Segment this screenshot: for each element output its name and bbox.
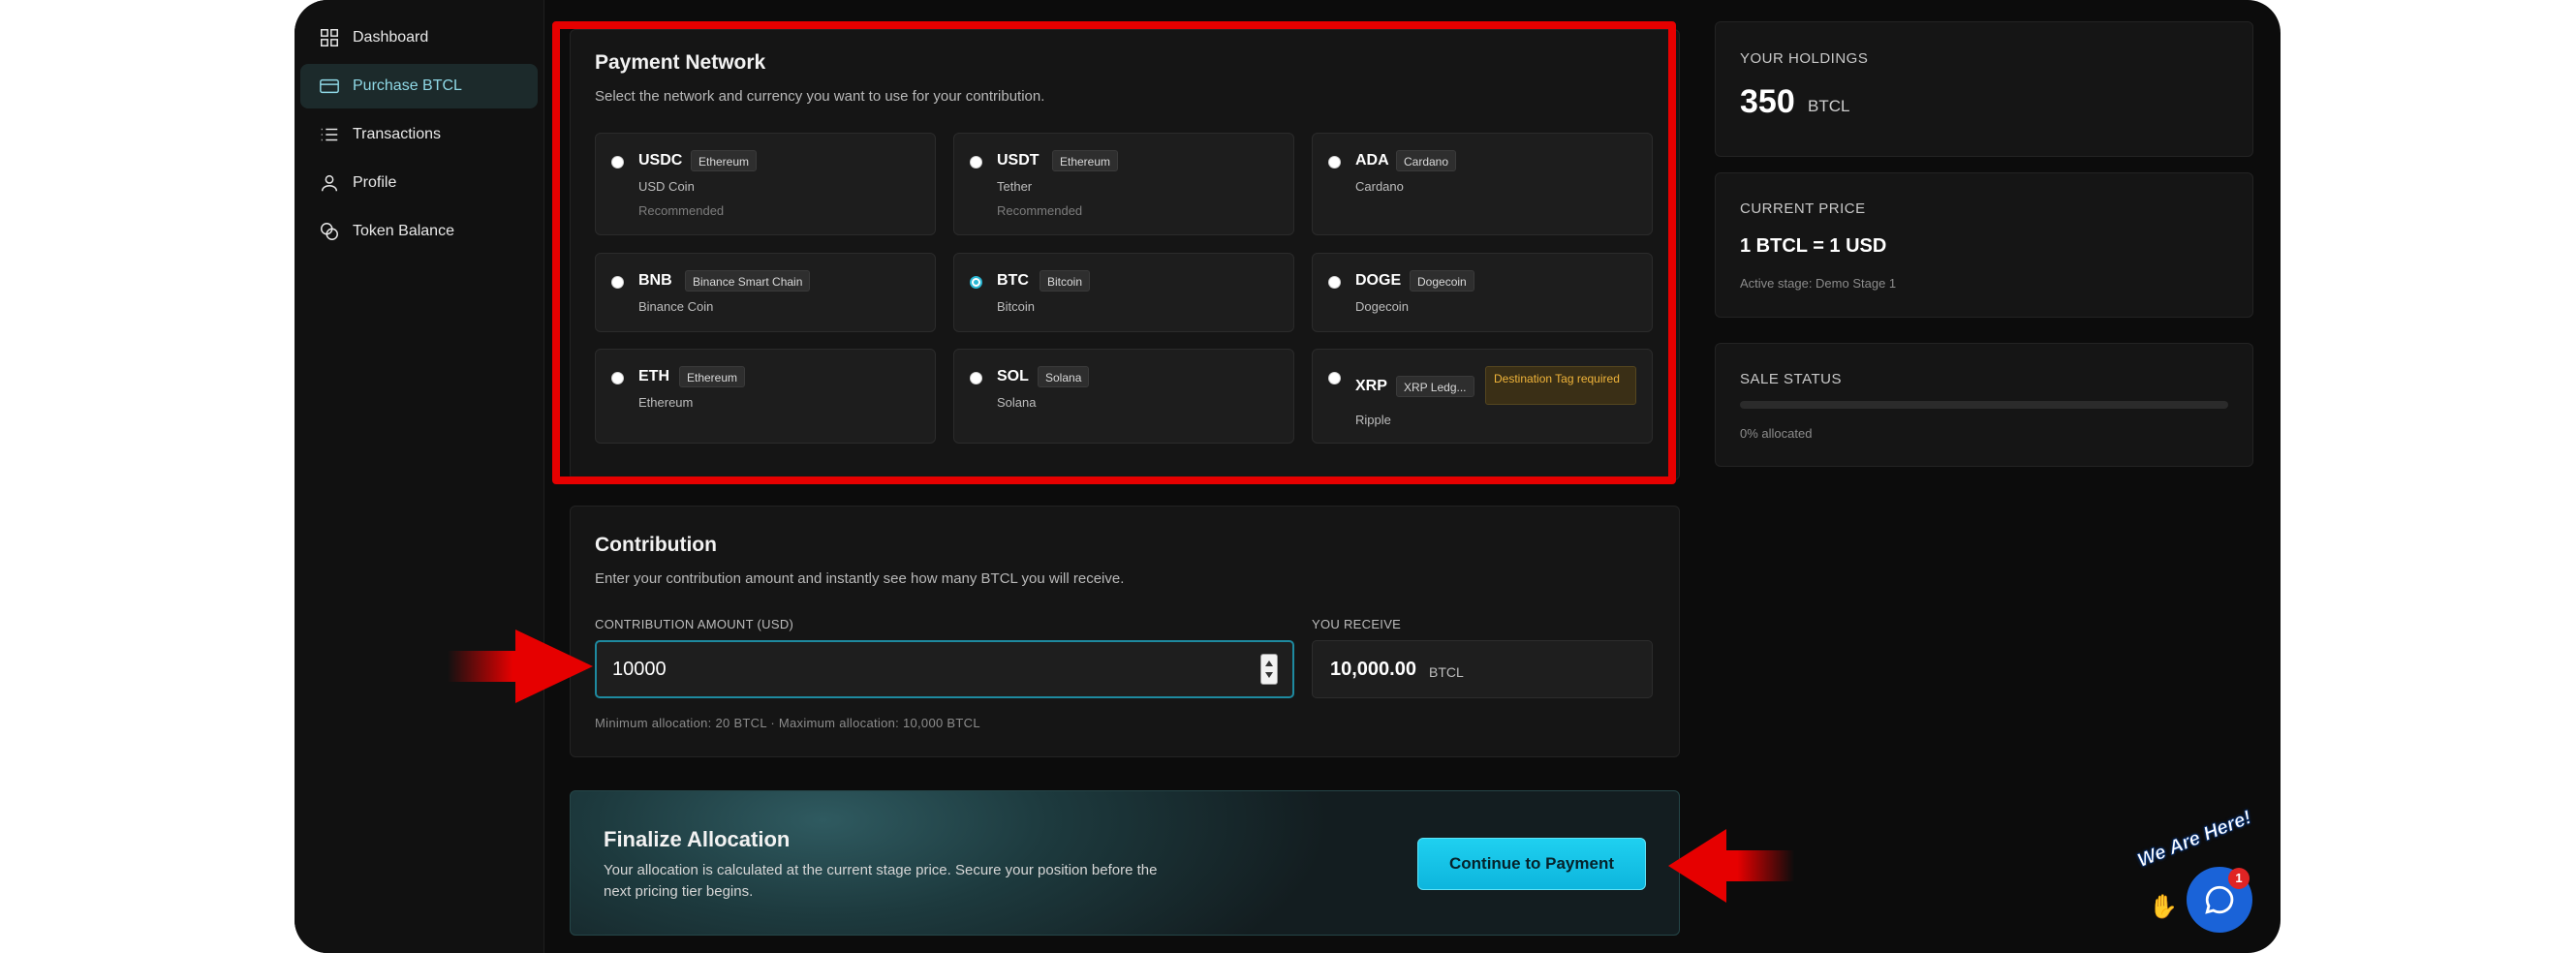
network-option-usdt[interactable]: USDT Ethereum Tether Recommended — [953, 133, 1294, 235]
sidebar-item-label: Dashboard — [353, 29, 429, 46]
price-value: 1 BTCL = 1 USD — [1740, 235, 1887, 257]
receive-box: 10,000.00 BTCL — [1312, 640, 1653, 698]
receive-unit: BTCL — [1429, 664, 1464, 680]
sidebar-item-label: Profile — [353, 174, 397, 191]
network-chip: Dogecoin — [1410, 270, 1474, 292]
network-option-sol[interactable]: SOL Solana Solana — [953, 349, 1294, 444]
option-name: USD Coin — [638, 179, 695, 194]
user-icon — [318, 171, 341, 195]
wave-hand-icon: ✋ — [2149, 894, 2178, 920]
radio-button[interactable] — [1328, 276, 1341, 289]
payment-network-title: Payment Network — [595, 51, 766, 74]
chat-bubble-icon — [2205, 885, 2234, 914]
network-chip: Ethereum — [1052, 150, 1119, 171]
radio-button[interactable] — [970, 156, 982, 169]
holdings-card — [1715, 21, 2253, 157]
network-chip: XRP Ledg... — [1396, 376, 1474, 397]
sidebar-item-label: Transactions — [353, 126, 441, 142]
option-name: Cardano — [1355, 179, 1404, 194]
coins-icon — [318, 220, 341, 243]
holdings-label: YOUR HOLDINGS — [1740, 50, 1869, 67]
payment-network-subtitle: Select the network and currency you want… — [595, 88, 1045, 105]
option-symbol: USDT — [997, 152, 1040, 169]
contribution-subtitle: Enter your contribution amount and insta… — [595, 570, 1125, 587]
option-name: Ethereum — [638, 395, 694, 410]
allocated-text: 0% allocated — [1740, 426, 1813, 441]
holdings-value: 350 — [1740, 83, 1795, 120]
network-chip: Binance Smart Chain — [685, 270, 811, 292]
option-name: Ripple — [1355, 413, 1391, 427]
option-symbol: USDC — [638, 152, 683, 169]
option-symbol: BTC — [997, 272, 1029, 289]
finalize-text-line2: next pricing tier begins. — [604, 883, 754, 900]
sidebar: Dashboard Purchase BTCL Transactions Pro… — [295, 0, 544, 953]
stepper-down-icon[interactable] — [1265, 672, 1273, 678]
radio-button[interactable] — [1328, 372, 1341, 384]
option-symbol: SOL — [997, 368, 1029, 384]
radio-button[interactable] — [1328, 156, 1341, 169]
network-chip: Ethereum — [691, 150, 758, 171]
network-option-btc[interactable]: BTC Bitcoin Bitcoin — [953, 253, 1294, 332]
option-symbol: ADA — [1355, 152, 1389, 169]
destination-tag-warning: Destination Tag required — [1485, 366, 1636, 405]
network-option-eth[interactable]: ETH Ethereum Ethereum — [595, 349, 936, 444]
network-chip: Ethereum — [679, 366, 746, 387]
network-chip: Cardano — [1396, 150, 1457, 171]
contribution-amount-input[interactable] — [595, 640, 1294, 698]
finalize-title: Finalize Allocation — [604, 827, 791, 851]
card-icon — [318, 75, 341, 98]
option-symbol: XRP — [1355, 378, 1387, 394]
sidebar-item-transactions[interactable]: Transactions — [300, 112, 538, 157]
recommended-label: Recommended — [638, 203, 725, 218]
price-label: CURRENT PRICE — [1740, 200, 1866, 217]
allocation-limits: Minimum allocation: 20 BTCL · Maximum al… — [595, 716, 980, 730]
option-symbol: BNB — [638, 272, 672, 289]
radio-button-selected[interactable] — [970, 276, 982, 289]
active-stage: Active stage: Demo Stage 1 — [1740, 276, 1897, 291]
receive-value: 10,000.00 — [1330, 659, 1416, 680]
sidebar-item-label: Purchase BTCL — [353, 77, 462, 94]
grid-icon — [318, 26, 341, 49]
option-name: Dogecoin — [1355, 299, 1409, 314]
radio-button[interactable] — [611, 372, 624, 384]
network-chip: Solana — [1038, 366, 1090, 387]
sidebar-item-profile[interactable]: Profile — [300, 161, 538, 205]
receive-label: YOU RECEIVE — [1312, 617, 1402, 631]
chat-notification-badge: 1 — [2228, 868, 2250, 889]
holdings-unit: BTCL — [1808, 97, 1850, 115]
continue-to-payment-button[interactable]: Continue to Payment — [1417, 838, 1646, 890]
network-chip: Bitcoin — [1040, 270, 1091, 292]
network-option-usdc[interactable]: USDC Ethereum USD Coin Recommended — [595, 133, 936, 235]
network-option-ada[interactable]: ADA Cardano Cardano — [1312, 133, 1653, 235]
recommended-label: Recommended — [997, 203, 1083, 218]
option-name: Solana — [997, 395, 1037, 410]
stepper-up-icon[interactable] — [1265, 661, 1273, 666]
network-option-xrp[interactable]: XRP XRP Ledg... Destination Tag required… — [1312, 349, 1653, 444]
sale-status-label: SALE STATUS — [1740, 371, 1842, 387]
finalize-text-line1: Your allocation is calculated at the cur… — [604, 862, 1158, 878]
sidebar-item-label: Token Balance — [353, 223, 454, 239]
option-name: Bitcoin — [997, 299, 1036, 314]
option-symbol: ETH — [638, 368, 669, 384]
radio-button[interactable] — [970, 372, 982, 384]
radio-button[interactable] — [611, 156, 624, 169]
sale-progress-bar — [1740, 401, 2228, 409]
network-option-bnb[interactable]: BNB Binance Smart Chain Binance Coin — [595, 253, 936, 332]
sidebar-item-purchase-btcl[interactable]: Purchase BTCL — [300, 64, 538, 108]
contribution-title: Contribution — [595, 534, 717, 556]
amount-label: CONTRIBUTION AMOUNT (USD) — [595, 617, 794, 631]
list-icon — [318, 123, 341, 146]
sidebar-item-dashboard[interactable]: Dashboard — [300, 15, 538, 60]
radio-button[interactable] — [611, 276, 624, 289]
sidebar-item-token-balance[interactable]: Token Balance — [300, 209, 538, 254]
quantity-stepper[interactable] — [1260, 654, 1278, 685]
network-option-doge[interactable]: DOGE Dogecoin Dogecoin — [1312, 253, 1653, 332]
option-name: Binance Coin — [638, 299, 714, 314]
option-symbol: DOGE — [1355, 272, 1402, 289]
option-name: Tether — [997, 179, 1033, 194]
